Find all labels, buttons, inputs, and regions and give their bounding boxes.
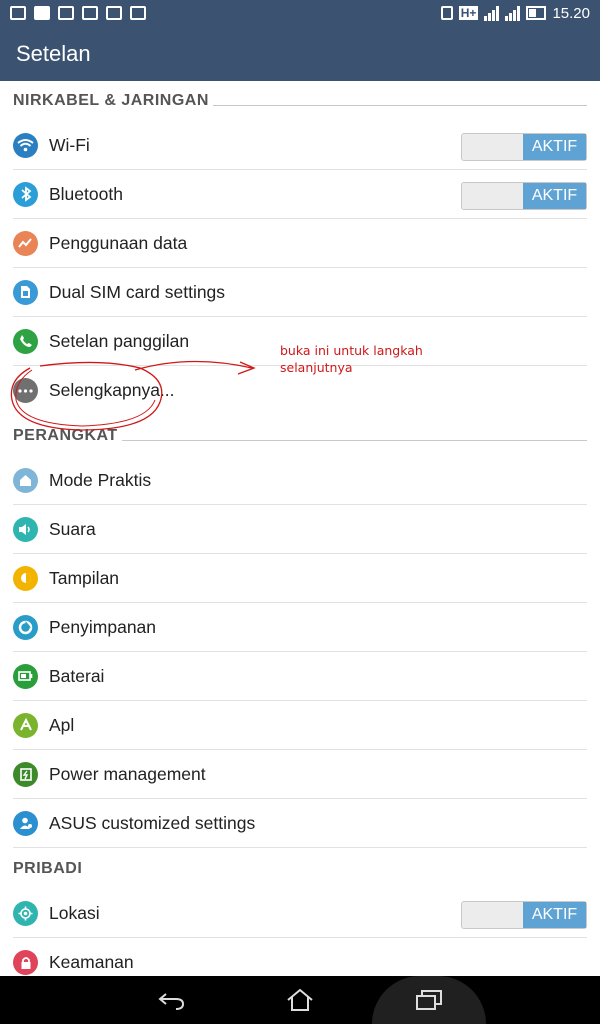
status-bar: H+ 15.20 [0,0,600,26]
setting-asus-customized[interactable]: ASUS customized settings [13,799,587,848]
bluetooth-icon [13,181,38,207]
pinterest-icon [130,6,146,20]
battery-icon [13,663,38,689]
app-bar: Setelan [0,26,600,81]
toggle-state: AKTIF [523,183,586,209]
sim-card-icon [13,279,38,305]
setting-label: Lokasi [49,902,100,923]
setting-label: Baterai [49,665,105,686]
section-title: PRIBADI [13,860,83,877]
setting-label: Penggunaan data [49,232,188,253]
setting-dual-sim[interactable]: Dual SIM card settings [13,268,587,317]
setting-storage[interactable]: Penyimpanan [13,603,587,652]
annotation-text: buka ini untuk langkah selanjutnya [280,342,423,376]
gallery-icon [58,6,74,20]
recent-apps-button[interactable] [411,984,447,1016]
easy-mode-icon [13,467,38,493]
storage-icon [13,614,38,640]
recent-apps-icon [416,990,442,1010]
apps-icon [13,712,38,738]
annotation-line-2: selanjutnya [280,360,353,375]
power-management-icon [13,761,38,787]
setting-label: ASUS customized settings [49,812,256,833]
back-icon [158,993,185,1010]
setting-label: Dual SIM card settings [49,281,226,302]
clock: 15.20 [552,4,590,22]
bluetooth-toggle[interactable]: AKTIF [461,182,587,210]
setting-apps[interactable]: Apl [13,701,587,750]
sound-icon [13,516,38,542]
network-type: H+ [458,6,479,20]
navigation-bar [0,976,600,1024]
home-button[interactable] [282,984,318,1016]
data-usage-icon [13,230,38,256]
setting-bluetooth[interactable]: Bluetooth AKTIF [13,170,587,219]
setting-label: Wi-Fi [49,134,90,155]
setting-location[interactable]: Lokasi AKTIF [13,889,587,938]
setting-wifi[interactable]: Wi-Fi AKTIF [13,121,587,170]
signal-2-icon [505,5,521,21]
setting-display[interactable]: Tampilan [13,554,587,603]
notification-icon [10,6,26,20]
home-icon [287,988,313,1011]
back-button[interactable] [154,984,190,1016]
settings-list[interactable]: NIRKABEL & JARINGAN Wi-Fi AKTIF Bluetoot… [0,81,600,976]
bbm-icon [82,6,98,20]
setting-label: Apl [49,714,75,735]
annotation-line-1: buka ini untuk langkah [280,343,423,358]
setting-label: Suara [49,518,96,539]
file-icon [34,6,50,20]
setting-label: Mode Praktis [49,469,152,490]
chat-icon [106,6,122,20]
setting-label: Penyimpanan [49,616,157,637]
setting-power-management[interactable]: Power management [13,750,587,799]
signal-icon [484,5,500,21]
section-header-wireless: NIRKABEL & JARINGAN [13,92,587,110]
toggle-state: AKTIF [523,902,586,928]
wifi-icon [13,132,38,158]
setting-data-usage[interactable]: Penggunaan data [13,219,587,268]
location-toggle[interactable]: AKTIF [461,901,587,929]
setting-label: Keamanan [49,952,134,972]
security-icon [13,950,38,975]
section-title: NIRKABEL & JARINGAN [13,92,209,109]
asus-settings-icon [13,810,38,836]
location-icon [13,900,38,926]
page-title: Setelan [16,40,91,66]
display-icon [13,565,38,591]
setting-label: Tampilan [49,567,120,588]
setting-security[interactable]: Keamanan [13,938,587,976]
setting-battery[interactable]: Baterai [13,652,587,701]
setting-easy-mode[interactable]: Mode Praktis [13,456,587,505]
toggle-state: AKTIF [523,134,586,160]
battery-status-icon [526,6,547,20]
bluetooth-status-icon [440,6,453,20]
notification-icons [10,6,146,20]
setting-label: Power management [49,763,206,784]
wifi-toggle[interactable]: AKTIF [461,133,587,161]
section-header-personal: PRIBADI [13,860,587,878]
setting-sound[interactable]: Suara [13,505,587,554]
setting-label: Bluetooth [49,183,123,204]
